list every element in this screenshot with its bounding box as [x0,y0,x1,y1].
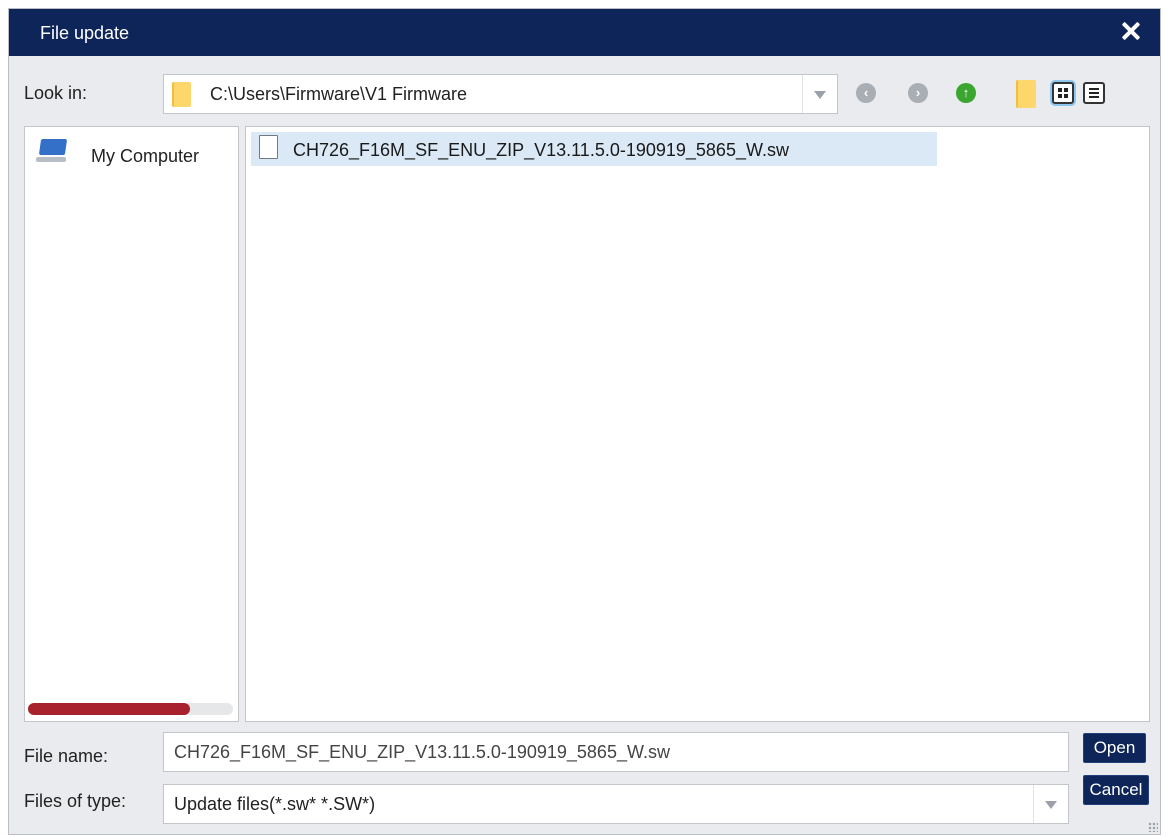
file-type-label: Files of type: [24,791,127,811]
computer-icon [36,139,70,162]
file-name-text: CH726_F16M_SF_ENU_ZIP_V13.11.5.0-190919_… [293,140,789,160]
open-button[interactable]: Open [1083,733,1146,763]
forward-icon[interactable]: › [908,83,928,103]
list-view-icon[interactable] [1052,82,1074,104]
places-panel: My Computer [24,126,239,722]
chevron-down-icon[interactable] [1033,785,1068,823]
look-in-combo[interactable]: C:\Users\Firmware\V1 Firmware [163,74,838,114]
scrollbar-thumb[interactable] [28,703,190,715]
file-type-select[interactable]: Update files(*.sw* *.SW*) [163,784,1069,824]
details-view-icon[interactable] [1083,82,1105,104]
folder-icon [172,82,191,107]
cancel-button[interactable]: Cancel [1083,775,1149,805]
dialog-title: File update [40,23,130,43]
up-folder-icon[interactable]: ↑ [956,83,976,103]
file-list: CH726_F16M_SF_ENU_ZIP_V13.11.5.0-190919_… [245,126,1150,722]
close-icon[interactable] [1116,17,1146,47]
look-in-label: Look in: [24,83,88,103]
title-bar: File update [9,9,1160,56]
horizontal-scrollbar[interactable] [28,703,233,715]
file-list-item[interactable]: CH726_F16M_SF_ENU_ZIP_V13.11.5.0-190919_… [251,132,937,166]
file-type-value: Update files(*.sw* *.SW*) [174,794,376,814]
chevron-down-icon[interactable] [802,75,837,113]
document-icon [259,135,278,159]
look-in-path: C:\Users\Firmware\V1 Firmware [210,84,468,104]
new-folder-icon[interactable] [1016,80,1036,108]
resize-grip-icon[interactable] [1148,822,1158,832]
places-item-my-computer[interactable]: My Computer [34,137,234,177]
places-item-label: My Computer [91,146,200,166]
file-name-label: File name: [24,746,109,766]
back-icon[interactable]: ‹ [856,83,876,103]
file-name-input[interactable] [163,732,1069,772]
file-update-dialog: File update Look in: C:\Users\Firmware\V… [8,8,1161,835]
